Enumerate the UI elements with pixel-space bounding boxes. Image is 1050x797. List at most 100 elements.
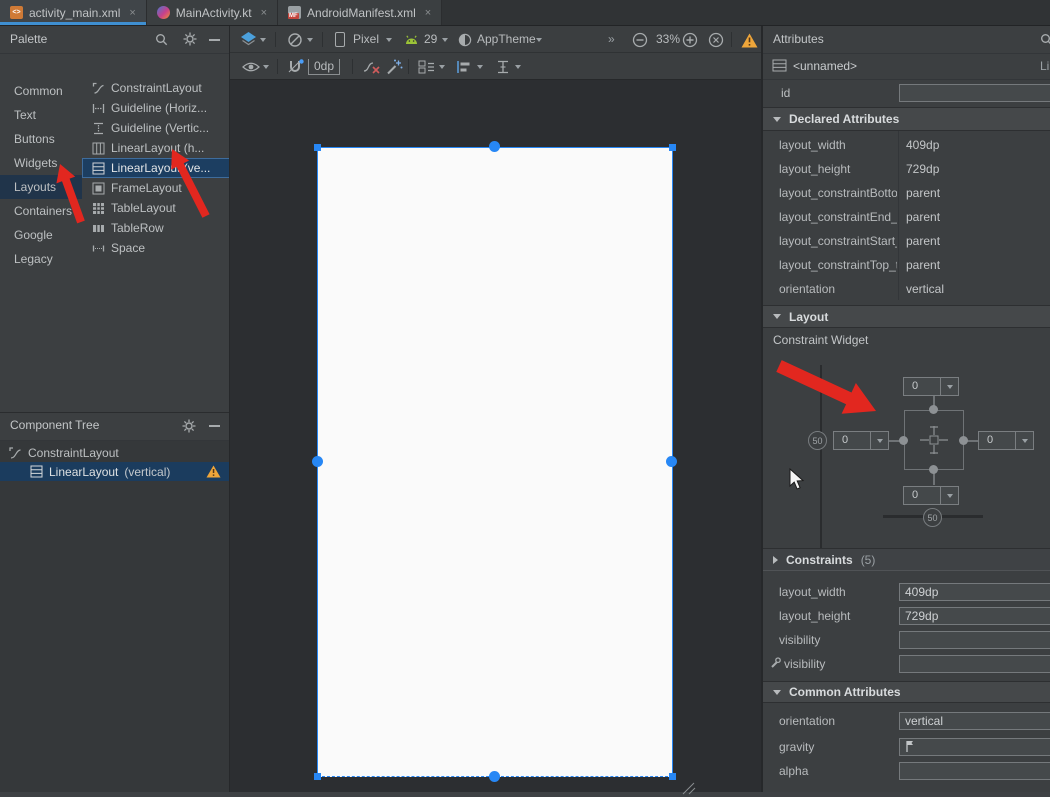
attr-value[interactable]: 729dp <box>906 157 939 181</box>
constraint-anchor-top[interactable] <box>489 141 500 152</box>
gear-icon[interactable] <box>183 32 197 46</box>
constraint-anchor-bottom[interactable] <box>489 771 500 782</box>
pack-icon[interactable] <box>418 60 435 74</box>
palette-category-common[interactable]: Common <box>0 79 82 103</box>
widget-anchor-left[interactable] <box>899 436 908 445</box>
id-input[interactable] <box>899 84 1050 102</box>
chevron-down-icon[interactable] <box>307 38 313 42</box>
layout-height-input[interactable]: 729dp <box>899 607 1050 625</box>
chevron-down-icon[interactable] <box>477 65 483 69</box>
attr-value[interactable]: 409dp <box>906 133 939 157</box>
tools-visibility-input[interactable] <box>899 655 1050 673</box>
layout-width-input[interactable]: 409dp <box>899 583 1050 601</box>
palette-category-google[interactable]: Google <box>0 223 82 247</box>
close-icon[interactable] <box>261 7 267 19</box>
search-icon[interactable] <box>1040 33 1050 46</box>
orientation-input[interactable]: vertical <box>899 712 1050 730</box>
widget-anchor-top[interactable] <box>929 405 938 414</box>
warning-icon[interactable] <box>741 33 758 48</box>
palette-item-tablerow[interactable]: TableRow <box>82 218 230 238</box>
margin-top-dropdown[interactable]: 0 <box>903 377 959 396</box>
clear-constraints-icon[interactable] <box>362 60 381 74</box>
autoconnect-magnet-icon[interactable] <box>286 58 304 75</box>
palette-category-layouts[interactable]: Layouts <box>0 175 82 199</box>
palette-category-legacy[interactable]: Legacy <box>0 247 82 271</box>
alpha-input[interactable] <box>899 762 1050 780</box>
section-layout[interactable]: Layout <box>763 305 1050 328</box>
device-selector[interactable]: Pixel <box>353 26 379 53</box>
palette-item-linearlayout-vertical[interactable]: LinearLayout (ve... <box>82 158 230 178</box>
tab-activity-main-xml[interactable]: activity_main.xml <box>0 0 147 25</box>
attr-value[interactable]: parent <box>906 229 940 253</box>
section-common-attributes[interactable]: Common Attributes <box>763 681 1050 703</box>
attr-value[interactable]: vertical <box>906 277 944 301</box>
zoom-to-fit-icon[interactable] <box>708 32 724 48</box>
palette-category-widgets[interactable]: Widgets <box>0 151 82 175</box>
chevron-down-icon[interactable] <box>260 38 266 42</box>
palette-item-linearlayout-horizontal[interactable]: LinearLayout (h... <box>82 138 230 158</box>
attr-value[interactable]: parent <box>906 205 940 229</box>
widget-anchor-bottom[interactable] <box>929 465 938 474</box>
selection-handle-bottom-left[interactable] <box>314 773 321 780</box>
view-options-eye-icon[interactable] <box>242 61 260 73</box>
attr-value[interactable]: parent <box>906 253 940 277</box>
tree-item-linearlayout-vertical[interactable]: LinearLayout(vertical) <box>0 462 230 481</box>
infer-constraints-wand-icon[interactable] <box>386 59 403 75</box>
chevron-down-icon[interactable] <box>536 38 542 42</box>
palette-category-text[interactable]: Text <box>0 103 82 127</box>
minimize-icon[interactable] <box>209 425 220 427</box>
widget-anchor-right[interactable] <box>959 436 968 445</box>
theme-selector[interactable]: AppTheme <box>477 26 536 53</box>
distribute-icon[interactable] <box>496 60 510 74</box>
tab-mainactivity-kt[interactable]: MainActivity.kt <box>147 0 278 25</box>
palette-item-guideline-horizontal[interactable]: Guideline (Horiz... <box>82 98 230 118</box>
constraint-anchor-right[interactable] <box>666 456 677 467</box>
margin-left-dropdown[interactable]: 0 <box>833 431 889 450</box>
horizontal-bias-value[interactable]: 50 <box>923 508 942 527</box>
chevron-down-icon[interactable] <box>439 65 445 69</box>
palette-item-framelayout[interactable]: FrameLayout <box>82 178 230 198</box>
api-level-selector[interactable]: 29 <box>424 26 437 53</box>
palette-item-constraintlayout[interactable]: ConstraintLayout <box>82 78 230 98</box>
margin-bottom-dropdown[interactable]: 0 <box>903 486 959 505</box>
selection-handle-bottom-right[interactable] <box>669 773 676 780</box>
selection-handle-top-left[interactable] <box>314 144 321 151</box>
design-artboard-linearlayout[interactable] <box>317 147 673 777</box>
vertical-bias-slider[interactable] <box>820 365 822 555</box>
palette-category-containers[interactable]: Containers <box>0 199 82 223</box>
close-icon[interactable] <box>425 7 431 19</box>
palette-item-tablelayout[interactable]: TableLayout <box>82 198 230 218</box>
chevron-down-icon[interactable] <box>442 38 448 42</box>
zoom-out-icon[interactable] <box>632 32 648 48</box>
chevron-down-icon[interactable] <box>515 65 521 69</box>
widget-center-constraints-icon[interactable] <box>916 422 952 458</box>
close-icon[interactable] <box>129 7 135 19</box>
orientation-icon[interactable] <box>287 32 303 48</box>
gear-icon[interactable] <box>182 419 196 433</box>
attr-name: orientation <box>779 277 897 301</box>
chevron-down-icon[interactable] <box>263 65 269 69</box>
attr-value[interactable]: parent <box>906 181 940 205</box>
section-declared-attributes[interactable]: Declared Attributes <box>763 107 1050 131</box>
section-constraints[interactable]: Constraints (5) <box>763 548 1050 571</box>
margin-right-dropdown[interactable]: 0 <box>978 431 1034 450</box>
align-icon[interactable] <box>456 60 472 74</box>
constraint-anchor-left[interactable] <box>312 456 323 467</box>
vertical-bias-value[interactable]: 50 <box>808 431 827 450</box>
panel-divider[interactable] <box>229 26 230 792</box>
toolbar-overflow-chevron[interactable]: » <box>608 26 615 53</box>
tree-item-constraintlayout[interactable]: ConstraintLayout <box>0 443 230 462</box>
palette-category-buttons[interactable]: Buttons <box>0 127 82 151</box>
chevron-down-icon[interactable] <box>386 38 392 42</box>
palette-item-guideline-vertical[interactable]: Guideline (Vertic... <box>82 118 230 138</box>
palette-item-space[interactable]: Space <box>82 238 230 258</box>
minimize-icon[interactable] <box>209 39 220 41</box>
search-icon[interactable] <box>155 33 168 46</box>
default-margin-selector[interactable]: 0dp <box>308 59 340 75</box>
zoom-in-icon[interactable] <box>682 32 698 48</box>
gravity-input[interactable] <box>899 738 1050 756</box>
layers-icon[interactable] <box>240 31 257 48</box>
tab-androidmanifest-xml[interactable]: AndroidManifest.xml <box>278 0 442 25</box>
visibility-input[interactable] <box>899 631 1050 649</box>
selection-handle-top-right[interactable] <box>669 144 676 151</box>
